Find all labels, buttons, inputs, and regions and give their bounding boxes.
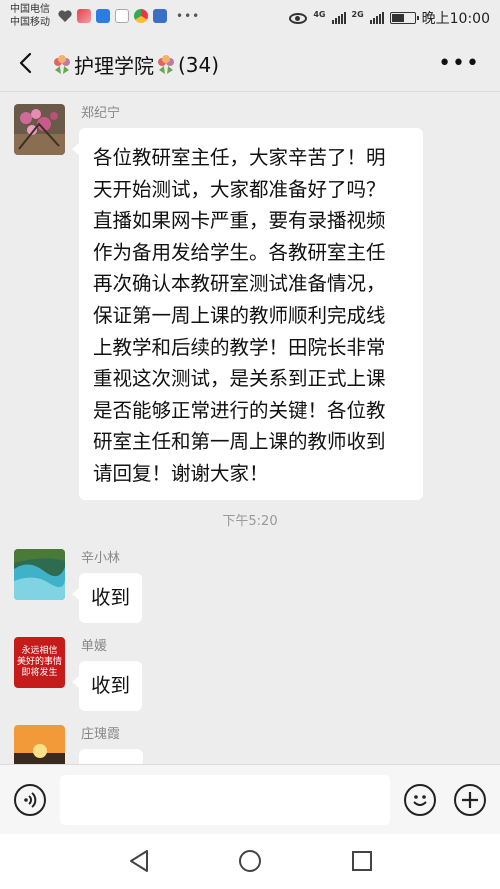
message-bubble[interactable]: 各位教研室主任，大家辛苦了！明 天开始测试，大家都准备好了吗？ 直播如果网卡严重…	[72, 128, 423, 500]
more-notifications-icon: •••	[176, 9, 201, 23]
message-line: 重视这次测试，是关系到正式上课	[93, 367, 386, 391]
message-line: 研室主任和第一周上课的教师收到	[93, 430, 386, 454]
message-text: 收到	[91, 674, 131, 697]
more-options-button[interactable]: •••	[438, 51, 480, 76]
message-line: 保证第一周上课的教师顺利完成线	[93, 303, 386, 327]
eye-comfort-icon	[289, 12, 308, 24]
message-line: 各位教研室主任，大家辛苦了！明	[93, 146, 386, 169]
chat-header: 护理学院 (34) •••	[0, 34, 500, 92]
voice-icon	[24, 792, 37, 808]
carrier-info: 中国电信 中国移动	[10, 3, 50, 29]
avatar[interactable]	[14, 725, 65, 764]
clock: 晚上10:00	[421, 11, 490, 27]
network-type-1: 4G	[313, 9, 326, 19]
notification-icons: •••	[58, 9, 200, 23]
sender-name: 郑纪宁	[81, 106, 121, 121]
avatar-text: 美好的事情	[16, 657, 62, 667]
message-line: 是否能够正常进行的关键！各位教	[93, 398, 386, 422]
message-line: 再次确认本教研室测试准备情况，	[93, 272, 386, 296]
plus-icon	[462, 792, 478, 808]
avatar-text: 永远相信	[21, 646, 58, 656]
chrome-app-icon	[134, 9, 148, 23]
group-name: 护理学院	[74, 54, 154, 78]
message-bubble[interactable]	[79, 749, 143, 764]
more-functions-button[interactable]	[454, 784, 486, 816]
nav-home-icon[interactable]	[237, 848, 263, 874]
avatar[interactable]	[14, 104, 65, 155]
bank-app-icon	[153, 9, 167, 23]
message-line: 天开始测试，大家都准备好了吗？	[93, 177, 386, 201]
message-list[interactable]: 郑纪宁 各位教研室主任，大家辛苦了！明 天开始测试，大家都准备好了吗？ 直播如果…	[0, 92, 500, 764]
avatar-text: 即将发生	[21, 668, 58, 678]
avatar[interactable]: 永远相信 美好的事情 即将发生	[14, 637, 65, 688]
member-count: (34)	[178, 52, 220, 77]
battery-icon	[389, 12, 419, 24]
sender-name: 单媛	[81, 639, 108, 654]
nav-recents-icon[interactable]	[349, 848, 375, 874]
message-bubble[interactable]: 收到	[71, 661, 143, 711]
message-line: 请回复！谢谢大家！	[93, 461, 269, 485]
sender-name: 辛小林	[81, 551, 121, 566]
timestamp: 下午5:20	[222, 514, 278, 529]
input-bar	[0, 764, 500, 834]
browser-app-icon	[115, 9, 129, 23]
signal-icon-1	[331, 12, 346, 24]
status-bar: 中国电信 中国移动 ••• 4G 2G 晚上10:00	[0, 0, 500, 34]
carrier-2: 中国移动	[10, 17, 50, 28]
flower-icon	[54, 54, 70, 74]
system-nav-bar	[0, 834, 500, 889]
sender-name: 庄瑰霞	[81, 727, 121, 742]
back-button[interactable]	[14, 50, 40, 76]
network-type-2: 2G	[351, 9, 364, 19]
message-line: 上教学和后续的教学！田院长非常	[93, 335, 386, 359]
message-bubble[interactable]: 收到	[71, 573, 143, 623]
health-icon	[58, 9, 72, 22]
message-line: 直播如果网卡严重，要有录播视频	[93, 209, 386, 233]
flower-icon	[158, 54, 174, 74]
voice-input-button[interactable]	[14, 784, 46, 816]
lightning-app-icon	[96, 9, 110, 23]
message-text: 收到	[91, 586, 131, 609]
signal-icon-2	[369, 12, 384, 24]
avatar[interactable]	[14, 549, 65, 600]
carrier-1: 中国电信	[10, 4, 50, 15]
emoji-button[interactable]	[404, 784, 436, 816]
message-line: 作为备用发给学生。各教研室主任	[93, 240, 386, 264]
nav-back-icon[interactable]	[127, 848, 153, 874]
battery-level	[391, 14, 404, 22]
chat-title: 护理学院 (34)	[50, 50, 219, 79]
video-app-icon	[77, 9, 91, 23]
smile-icon	[413, 795, 427, 806]
message-input[interactable]	[60, 775, 390, 825]
